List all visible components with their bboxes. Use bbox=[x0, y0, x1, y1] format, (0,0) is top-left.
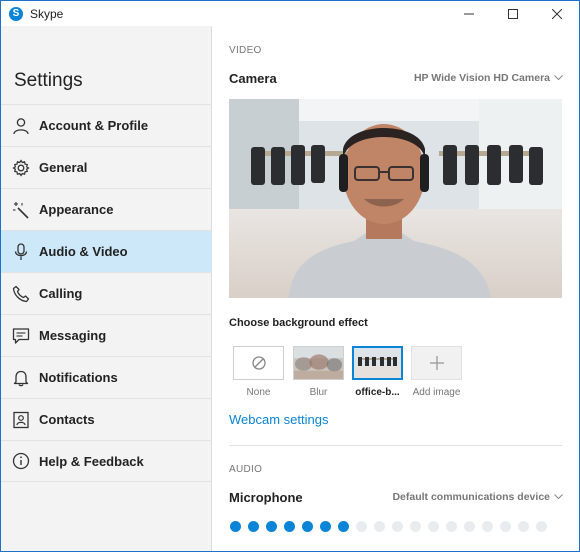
microphone-level-meter bbox=[230, 521, 554, 532]
effect-blur[interactable]: Blur bbox=[293, 346, 344, 398]
level-dot bbox=[302, 521, 313, 532]
gear-icon bbox=[10, 157, 32, 179]
sidebar-item-label: General bbox=[39, 160, 88, 175]
sidebar-item-contacts[interactable]: Contacts bbox=[1, 398, 212, 440]
sidebar-item-label: Notifications bbox=[39, 370, 118, 385]
settings-sidebar: Settings Account & Profile General Appea… bbox=[1, 26, 212, 551]
camera-dropdown[interactable]: HP Wide Vision HD Camera bbox=[414, 72, 563, 84]
sidebar-item-audio-video[interactable]: Audio & Video bbox=[1, 230, 212, 272]
office-preview-image bbox=[354, 348, 401, 378]
title-bar: S Skype bbox=[0, 0, 580, 26]
info-icon bbox=[10, 450, 32, 472]
microphone-dropdown[interactable]: Default communications device bbox=[392, 491, 563, 503]
sidebar-item-notifications[interactable]: Notifications bbox=[1, 356, 212, 398]
camera-label: Camera bbox=[229, 71, 277, 86]
contact-card-icon bbox=[10, 409, 32, 431]
level-dot bbox=[482, 521, 493, 532]
effect-thumb bbox=[233, 346, 284, 380]
level-dot bbox=[500, 521, 511, 532]
chevron-down-icon bbox=[554, 494, 563, 500]
add-image-button[interactable]: Add image bbox=[411, 346, 462, 398]
level-dot bbox=[266, 521, 277, 532]
level-dot bbox=[410, 521, 421, 532]
chat-icon bbox=[10, 325, 32, 347]
minimize-icon bbox=[464, 13, 474, 15]
sidebar-item-help-feedback[interactable]: Help & Feedback bbox=[1, 440, 212, 482]
skype-logo-icon: S bbox=[9, 6, 23, 21]
level-dot bbox=[320, 521, 331, 532]
microphone-device-value: Default communications device bbox=[392, 491, 550, 503]
minimize-button[interactable] bbox=[447, 1, 491, 27]
level-dot bbox=[428, 521, 439, 532]
settings-title: Settings bbox=[14, 70, 83, 91]
level-dot bbox=[446, 521, 457, 532]
camera-preview bbox=[229, 99, 562, 298]
sidebar-item-label: Audio & Video bbox=[39, 244, 128, 259]
sidebar-item-appearance[interactable]: Appearance bbox=[1, 188, 212, 230]
microphone-icon bbox=[10, 241, 32, 263]
settings-content: VIDEO Camera HP Wide Vision HD Camera Ch… bbox=[213, 26, 579, 551]
section-divider bbox=[229, 445, 562, 446]
sidebar-item-general[interactable]: General bbox=[1, 146, 212, 188]
plus-icon bbox=[429, 356, 444, 370]
level-dot bbox=[230, 521, 241, 532]
effect-label: office-b... bbox=[355, 387, 400, 398]
magic-wand-icon bbox=[10, 199, 32, 221]
camera-device-value: HP Wide Vision HD Camera bbox=[413, 72, 550, 84]
none-icon bbox=[251, 356, 266, 370]
level-dot bbox=[356, 521, 367, 532]
sidebar-item-label: Account & Profile bbox=[39, 118, 149, 133]
effect-thumb bbox=[411, 346, 462, 380]
sidebar-item-label: Appearance bbox=[39, 202, 114, 217]
effect-office-background[interactable]: office-b... bbox=[352, 346, 403, 398]
effect-label: Blur bbox=[309, 387, 328, 398]
blur-preview-image bbox=[294, 347, 343, 379]
effect-label: Add image bbox=[412, 387, 461, 398]
level-dot bbox=[464, 521, 475, 532]
sidebar-item-account-profile[interactable]: Account & Profile bbox=[1, 104, 212, 146]
close-button[interactable] bbox=[535, 1, 579, 27]
sidebar-item-calling[interactable]: Calling bbox=[1, 272, 212, 314]
maximize-icon bbox=[508, 9, 518, 19]
effect-none[interactable]: None bbox=[233, 346, 284, 398]
person-icon bbox=[10, 115, 32, 137]
sidebar-item-label: Calling bbox=[39, 286, 83, 301]
sidebar-item-label: Help & Feedback bbox=[39, 453, 144, 469]
audio-section-label: AUDIO bbox=[229, 464, 263, 475]
window-title: Skype bbox=[30, 6, 64, 21]
effect-thumb bbox=[293, 346, 344, 380]
phone-icon bbox=[10, 283, 32, 305]
bell-icon bbox=[10, 367, 32, 389]
sidebar-item-messaging[interactable]: Messaging bbox=[1, 314, 212, 356]
effect-thumb bbox=[352, 346, 403, 380]
level-dot bbox=[284, 521, 295, 532]
close-icon bbox=[552, 9, 562, 19]
camera-preview-image bbox=[229, 99, 562, 298]
microphone-label: Microphone bbox=[229, 490, 303, 505]
level-dot bbox=[338, 521, 349, 532]
webcam-settings-link[interactable]: Webcam settings bbox=[229, 412, 328, 427]
chevron-down-icon bbox=[554, 75, 563, 81]
level-dot bbox=[518, 521, 529, 532]
sidebar-item-label: Contacts bbox=[39, 412, 95, 427]
background-effect-title: Choose background effect bbox=[229, 317, 368, 329]
effect-label: None bbox=[246, 387, 271, 398]
level-dot bbox=[536, 521, 547, 532]
level-dot bbox=[374, 521, 385, 532]
level-dot bbox=[392, 521, 403, 532]
level-dot bbox=[248, 521, 259, 532]
maximize-button[interactable] bbox=[491, 1, 535, 27]
video-section-label: VIDEO bbox=[229, 45, 262, 56]
sidebar-item-label: Messaging bbox=[39, 328, 107, 343]
